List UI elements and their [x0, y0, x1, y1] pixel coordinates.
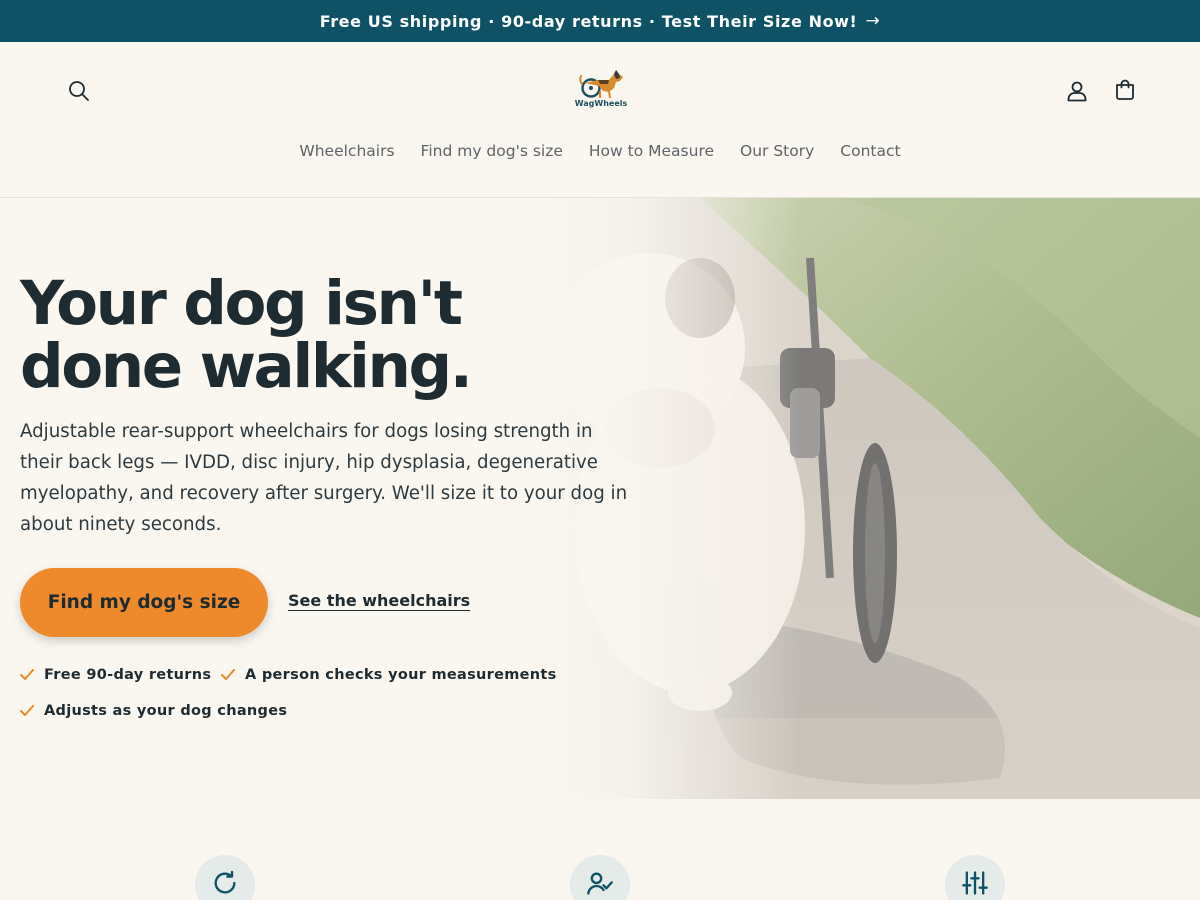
- hero-subheadline: Adjustable rear-support wheelchairs for …: [20, 421, 628, 535]
- hero-headline: Your dog isn't done walking.: [20, 268, 473, 402]
- user-check-icon: [587, 872, 613, 895]
- site-logo[interactable]: WagWheels: [570, 68, 632, 114]
- sliders-icon: [962, 871, 988, 895]
- logo-text: WagWheels: [574, 99, 628, 108]
- search-button[interactable]: [61, 73, 97, 109]
- checkmark-icon: [221, 669, 235, 680]
- site-header: WagWheels Wheelchairs Find my dog's size…: [0, 42, 1200, 198]
- checkmark-icon: [20, 705, 34, 716]
- account-button[interactable]: [1059, 73, 1095, 109]
- check-item-returns: Free 90-day returns: [20, 667, 211, 683]
- hero-section: Your dog isn't done walking. Adjustable …: [0, 198, 1200, 799]
- checkmark-icon: [20, 669, 34, 680]
- arrow-right-icon: →: [865, 11, 881, 31]
- wagwheels-logo-icon: [579, 70, 623, 99]
- find-size-button[interactable]: Find my dog's size: [20, 568, 268, 637]
- main-nav: Wheelchairs Find my dog's size How to Me…: [0, 142, 1200, 166]
- nav-item-contact[interactable]: Contact: [840, 142, 900, 166]
- nav-item-our-story[interactable]: Our Story: [740, 142, 814, 166]
- refresh-icon: [214, 870, 236, 894]
- announcement-bar[interactable]: Free US shipping · 90-day returns · Test…: [0, 0, 1200, 42]
- check-label: A person checks your measurements: [245, 667, 557, 683]
- feature-returns-badge: [195, 855, 255, 900]
- cart-button[interactable]: [1107, 72, 1143, 108]
- nav-item-wheelchairs[interactable]: Wheelchairs: [299, 142, 394, 166]
- search-icon: [69, 81, 89, 101]
- check-label: Adjusts as your dog changes: [44, 703, 288, 719]
- see-wheelchairs-link[interactable]: See the wheelchairs: [288, 591, 470, 610]
- nav-item-how-to-measure[interactable]: How to Measure: [589, 142, 714, 166]
- check-label: Free 90-day returns: [44, 667, 212, 683]
- cart-icon: [1116, 79, 1134, 100]
- announcement-text: Free US shipping · 90-day returns · Test…: [319, 11, 858, 31]
- check-item-measurements: A person checks your measurements: [221, 667, 557, 683]
- feature-adjustable-badge: [945, 855, 1005, 900]
- account-icon: [1067, 81, 1087, 102]
- nav-item-find-size[interactable]: Find my dog's size: [421, 142, 563, 166]
- feature-person-check-badge: [570, 855, 630, 900]
- check-item-adjusts: Adjusts as your dog changes: [20, 703, 287, 719]
